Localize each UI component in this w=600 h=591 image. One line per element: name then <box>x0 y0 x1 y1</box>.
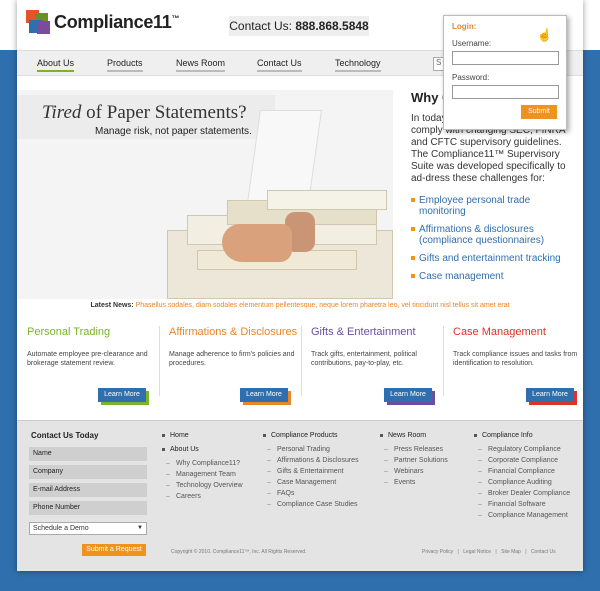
site-map-link[interactable]: Site Map <box>501 549 521 555</box>
learn-more-button[interactable]: Learn More <box>526 388 574 402</box>
footer-link[interactable]: Compliance Case Studies <box>263 501 359 508</box>
copyright: Copyright © 2010. Compliance11™, Inc. Al… <box>171 549 307 555</box>
footer-legal-links: Privacy Policy | Legal Notice | Site Map… <box>422 549 559 555</box>
logo-text: Compliance11™ <box>54 11 180 32</box>
feature-desc: Track compliance issues and tasks from i… <box>453 351 578 367</box>
hand-cursor-icon: ☝ <box>537 28 552 42</box>
feature-title[interactable]: Personal Trading <box>27 326 169 338</box>
login-submit-button[interactable]: Submit <box>521 105 557 119</box>
hero-title: Tired of Paper Statements? <box>42 102 247 123</box>
contact-us-heading: Contact Us Today <box>31 431 99 440</box>
request-type-select[interactable]: Schedule a Demo ▼ <box>29 522 147 535</box>
chevron-down-icon: ▼ <box>137 525 143 531</box>
feature-gifts: Gifts & Entertainment Track gifts, enter… <box>311 326 453 402</box>
why-bullet-trade-monitoring[interactable]: Employee personal trade monitoring <box>411 195 567 217</box>
news-label: Latest News: <box>90 302 134 309</box>
contact-phone-box: Contact Us: 888.868.5848 <box>229 16 369 36</box>
footer-link[interactable]: Broker Dealer Compliance <box>474 490 570 497</box>
footer-link[interactable]: Events <box>380 479 448 486</box>
why-bullet-gifts[interactable]: Gifts and entertainment tracking <box>411 253 567 264</box>
hero-subtitle: Manage risk, not paper statements. <box>95 126 252 137</box>
learn-more-button[interactable]: Learn More <box>98 388 146 402</box>
footer-link[interactable]: Case Management <box>263 479 359 486</box>
footer-link-about[interactable]: About Us <box>162 446 243 453</box>
footer-link[interactable]: Careers <box>162 493 243 500</box>
why-list: Employee personal trade monitoring Affir… <box>411 195 567 282</box>
footer-link[interactable]: Financial Compliance <box>474 468 570 475</box>
footer-link[interactable]: FAQs <box>263 490 359 497</box>
footer-link[interactable]: Management Team <box>162 471 243 478</box>
nav-products[interactable]: Products <box>107 58 143 72</box>
footer: Contact Us Today Name Company E-mail Add… <box>17 420 583 571</box>
link-separator: | <box>457 549 459 555</box>
news-text[interactable]: Phasellus sodales, diam sodales elementu… <box>136 302 510 309</box>
name-field[interactable]: Name <box>29 447 147 461</box>
footer-link[interactable]: Technology Overview <box>162 482 243 489</box>
footer-heading-products[interactable]: Compliance Products <box>263 432 359 439</box>
feature-personal-trading: Personal Trading Automate employee pre-c… <box>27 326 169 402</box>
phone-field[interactable]: Phone Number <box>29 501 147 515</box>
footer-link[interactable]: Regulatory Compliance <box>474 446 570 453</box>
hand-graphic <box>222 224 292 262</box>
logo-icon <box>26 10 50 34</box>
footer-heading-info[interactable]: Compliance Info <box>474 432 570 439</box>
feature-divider <box>159 326 160 396</box>
link-separator: | <box>495 549 497 555</box>
email-field[interactable]: E-mail Address <box>29 483 147 497</box>
feature-title[interactable]: Gifts & Entertainment <box>311 326 453 338</box>
feature-desc: Track gifts, entertainment, political co… <box>311 351 417 367</box>
feature-divider <box>443 326 444 396</box>
legal-notice-link[interactable]: Legal Notice <box>463 549 491 555</box>
privacy-policy-link[interactable]: Privacy Policy <box>422 549 453 555</box>
footer-heading-news[interactable]: News Room <box>380 432 448 439</box>
footer-col-news: News Room Press Releases Partner Solutio… <box>380 432 448 490</box>
feature-title[interactable]: Affirmations & Disclosures <box>169 326 311 338</box>
footer-link[interactable]: Compliance Management <box>474 512 570 519</box>
footer-link[interactable]: Partner Solutions <box>380 457 448 464</box>
contact-label: Contact Us: <box>229 19 292 33</box>
nav-news-room[interactable]: News Room <box>176 58 226 72</box>
submit-request-button[interactable]: Submit a Request <box>82 544 146 556</box>
company-field[interactable]: Company <box>29 465 147 479</box>
select-value: Schedule a Demo <box>33 525 89 532</box>
password-label: Password: <box>452 73 490 82</box>
footer-col-products: Compliance Products Personal Trading Aff… <box>263 432 359 512</box>
footer-link[interactable]: Financial Software <box>474 501 570 508</box>
footer-col-about: Home About Us Why Compliance11? Manageme… <box>162 432 243 504</box>
feature-case-management: Case Management Track compliance issues … <box>453 326 595 402</box>
learn-more-button[interactable]: Learn More <box>384 388 432 402</box>
hero-image: Tired of Paper Statements? Manage risk, … <box>17 90 393 299</box>
logo[interactable]: Compliance11™ <box>26 10 179 34</box>
learn-more-button[interactable]: Learn More <box>240 388 288 402</box>
footer-link[interactable]: Corporate Compliance <box>474 457 570 464</box>
contact-phone[interactable]: 888.868.5848 <box>295 19 368 33</box>
why-bullet-affirmations[interactable]: Affirmations & disclosures (compliance q… <box>411 224 567 246</box>
nav-contact-us[interactable]: Contact Us <box>257 58 302 72</box>
feature-title[interactable]: Case Management <box>453 326 595 338</box>
footer-link[interactable]: Gifts & Entertainment <box>263 468 359 475</box>
login-panel: Login: ☝ Username: Password: Submit <box>443 15 567 130</box>
feature-desc: Automate employee pre-clearance and brok… <box>27 351 148 367</box>
footer-link[interactable]: Affirmations & Disclosures <box>263 457 359 464</box>
nav-technology[interactable]: Technology <box>335 58 381 72</box>
footer-link[interactable]: Personal Trading <box>263 446 359 453</box>
feature-divider <box>301 326 302 396</box>
footer-link-home[interactable]: Home <box>162 432 243 439</box>
password-field[interactable] <box>452 85 559 99</box>
nav-about-us[interactable]: About Us <box>37 58 75 72</box>
link-separator: | <box>525 549 527 555</box>
contact-us-link[interactable]: Contact Us <box>531 549 556 555</box>
latest-news-ticker: Latest News: Phasellus sodales, diam sod… <box>17 302 583 314</box>
username-field[interactable] <box>452 51 559 65</box>
footer-link[interactable]: Compliance Auditing <box>474 479 570 486</box>
footer-link[interactable]: Why Compliance11? <box>162 460 243 467</box>
footer-link[interactable]: Press Releases <box>380 446 448 453</box>
footer-col-info: Compliance Info Regulatory Compliance Co… <box>474 432 570 523</box>
why-bullet-case-management[interactable]: Case management <box>411 271 567 282</box>
feature-desc: Manage adherence to firm's policies and … <box>169 351 295 367</box>
feature-affirmations: Affirmations & Disclosures Manage adhere… <box>169 326 311 402</box>
footer-link[interactable]: Webinars <box>380 468 448 475</box>
